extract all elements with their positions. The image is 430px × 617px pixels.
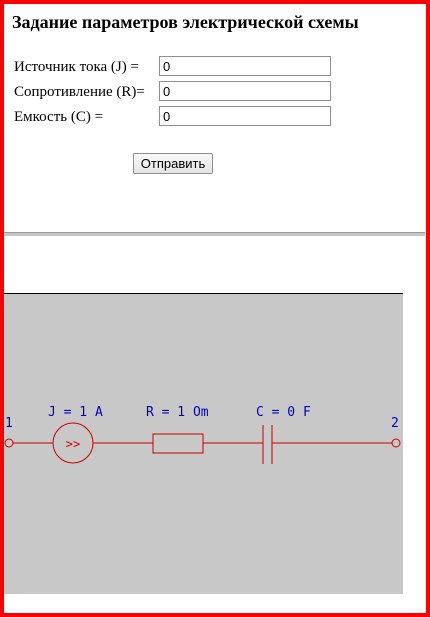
current-source-label: Источник тока (J) = bbox=[14, 59, 139, 75]
resistance-label: Сопротивление (R)= bbox=[14, 84, 145, 100]
capacitance-input[interactable] bbox=[159, 106, 331, 126]
source-label: J = 1 A bbox=[48, 405, 103, 420]
capacitor-label: C = 0 F bbox=[256, 405, 311, 420]
circuit-diagram: >> 1 2 J = 1 A R = 1 Om C = 0 F bbox=[4, 294, 403, 594]
source-direction-symbol: >> bbox=[66, 437, 80, 451]
submit-button[interactable]: Отправить bbox=[133, 153, 213, 174]
node-1-label: 1 bbox=[5, 416, 13, 431]
resistor-symbol bbox=[152, 433, 204, 454]
terminal-2 bbox=[391, 438, 401, 448]
capacitance-label: Емкость (C) = bbox=[14, 109, 104, 125]
terminal-1 bbox=[4, 438, 14, 448]
node-2-label: 2 bbox=[391, 416, 399, 431]
resistance-input[interactable] bbox=[159, 81, 331, 101]
resistor-label: R = 1 Om bbox=[146, 405, 209, 420]
current-source-input[interactable] bbox=[159, 56, 331, 76]
circuit-svg: >> 1 2 J = 1 A R = 1 Om C = 0 F bbox=[4, 405, 401, 464]
page-title: Задание параметров электрической схемы bbox=[12, 12, 359, 32]
separator bbox=[4, 232, 425, 236]
